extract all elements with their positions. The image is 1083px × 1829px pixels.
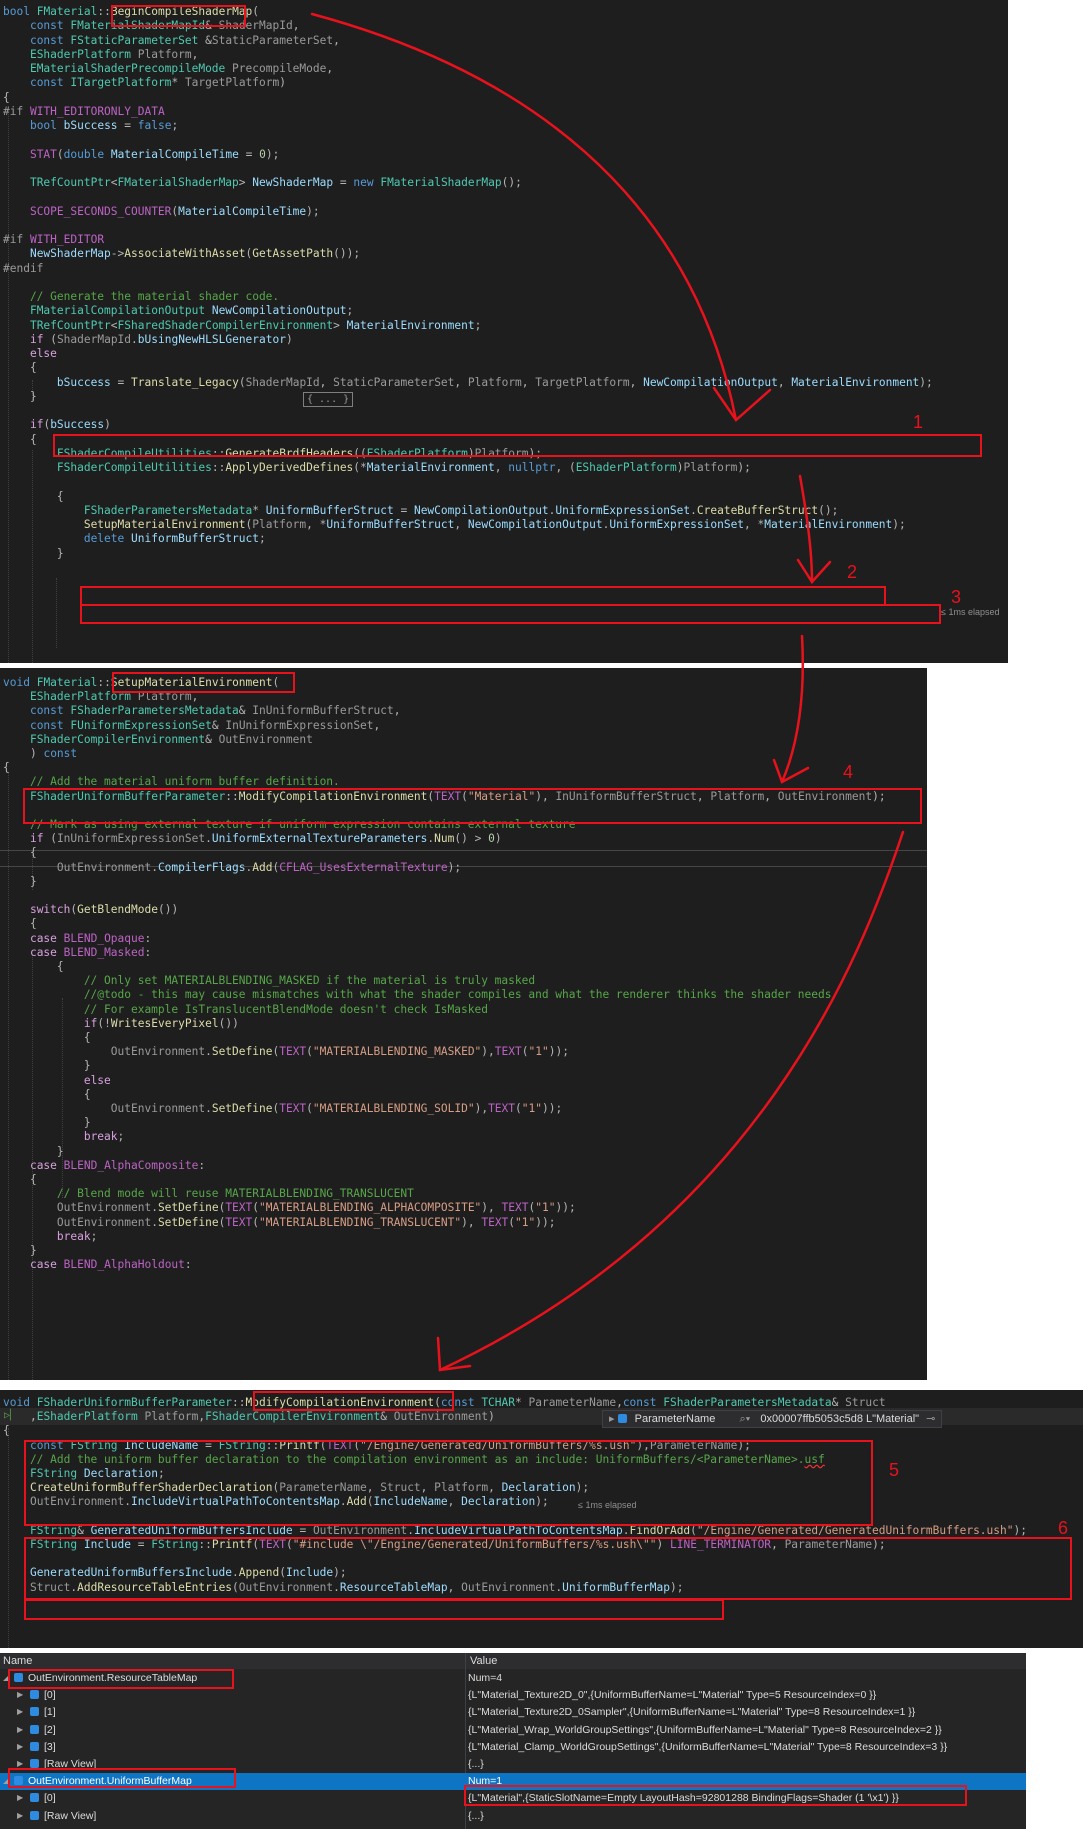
annotation-arrows [310,12,905,1372]
arrow-1-to-translate-legacy [310,12,738,422]
